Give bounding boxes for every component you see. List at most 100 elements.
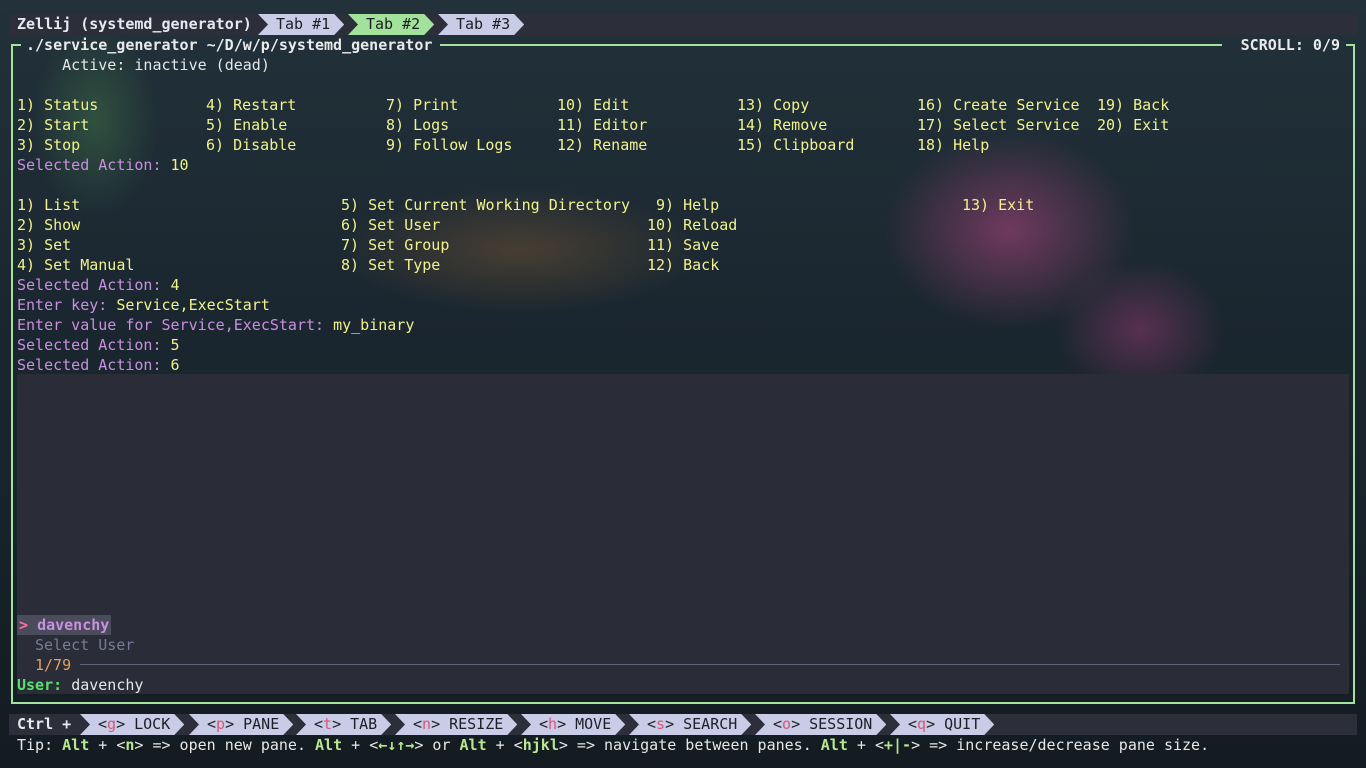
tab-1[interactable]: Tab #1 bbox=[258, 14, 344, 35]
menu-item-select-service: 17) Select Service bbox=[917, 116, 1080, 134]
selected-action-line: Selected Action: 5 bbox=[17, 335, 180, 355]
service-active-status: Active: inactive (dead) bbox=[17, 56, 270, 74]
menu-item-logs: 8) Logs bbox=[386, 116, 450, 134]
key-label: QUIT bbox=[944, 715, 981, 733]
key-label: TAB bbox=[350, 715, 378, 733]
session-name: Zellij (systemd_generator) bbox=[9, 14, 262, 35]
menu-item-start: 2) Start bbox=[17, 116, 90, 134]
menu-item-enable: 5) Enable bbox=[206, 116, 288, 134]
edit-item-save: 11) Save bbox=[647, 236, 720, 254]
menu-item-create-service: 16) Create Service bbox=[917, 96, 1080, 114]
key-letter: t bbox=[323, 715, 333, 733]
menu-item-clipboard: 15) Clipboard bbox=[737, 136, 855, 154]
selected-action-value: 10 bbox=[170, 156, 189, 174]
selected-action-value: 6 bbox=[170, 356, 180, 374]
menu-item-stop: 3) Stop bbox=[17, 136, 81, 154]
tip-key: Alt bbox=[820, 736, 848, 754]
tip-text: + < bbox=[486, 736, 523, 754]
tab-2[interactable]: Tab #2 bbox=[348, 14, 434, 35]
picker-pointer: > bbox=[19, 616, 29, 634]
tip-key: +|- bbox=[884, 736, 912, 754]
tip-line: Tip: Alt + <n> => open new pane. Alt + <… bbox=[17, 735, 1209, 755]
selected-action-label: Selected Action: bbox=[17, 356, 162, 374]
pane-border-top-right bbox=[1346, 44, 1355, 46]
edit-item-exit: 13) Exit bbox=[962, 196, 1035, 214]
key-label: MOVE bbox=[575, 715, 612, 733]
selected-action-line: Selected Action: 4 bbox=[17, 275, 180, 295]
keybind-pane[interactable]: <p> PANE bbox=[189, 714, 293, 735]
pane-title: ./service_generator ~/D/w/p/systemd_gene… bbox=[26, 36, 433, 54]
key-label: RESIZE bbox=[449, 715, 504, 733]
tip-text: + < bbox=[847, 736, 884, 754]
key-label: SESSION bbox=[809, 715, 873, 733]
selected-action-label: Selected Action: bbox=[17, 276, 162, 294]
scroll-indicator: SCROLL: 0/9 bbox=[1235, 35, 1346, 55]
key-letter: h bbox=[548, 715, 558, 733]
key-letter: q bbox=[917, 715, 927, 733]
selected-action-label: Selected Action: bbox=[17, 156, 162, 174]
tip-key: Alt bbox=[315, 736, 343, 754]
keybind-quit[interactable]: <q> QUIT bbox=[890, 714, 994, 735]
user-result-line: User: davenchy bbox=[17, 675, 143, 695]
user-value: davenchy bbox=[71, 676, 144, 694]
edit-item-set-type: 8) Set Type bbox=[341, 256, 441, 274]
enter-value-label: Enter value for Service,ExecStart: bbox=[17, 316, 325, 334]
edit-item-show: 2) Show bbox=[17, 216, 81, 234]
edit-item-set-manual: 4) Set Manual bbox=[17, 256, 135, 274]
picker-count: 1/79 bbox=[35, 656, 72, 674]
picker-header: Select User bbox=[35, 636, 135, 654]
tip-text: > => navigate between panes. bbox=[558, 736, 821, 754]
ctrl-modifier-label: Ctrl + bbox=[17, 715, 72, 733]
keybind-resize[interactable]: <n> RESIZE bbox=[395, 714, 517, 735]
enter-key-value: Service,ExecStart bbox=[116, 296, 270, 314]
key-label: PANE bbox=[243, 715, 280, 733]
menu-item-disable: 6) Disable bbox=[206, 136, 297, 154]
picker-selected-label: davenchy bbox=[37, 616, 110, 634]
keybind-move[interactable]: <h> MOVE bbox=[521, 714, 625, 735]
key-letter: s bbox=[656, 715, 666, 733]
key-letter: o bbox=[782, 715, 792, 733]
enter-value-value: my_binary bbox=[333, 316, 415, 334]
picker-selected-item[interactable]: > davenchy bbox=[17, 615, 112, 635]
edit-item-back: 12) Back bbox=[647, 256, 720, 274]
tip-text: + < bbox=[89, 736, 126, 754]
menu-item-status: 1) Status bbox=[17, 96, 99, 114]
enter-key-line: Enter key: Service,ExecStart bbox=[17, 295, 270, 315]
selected-action-line: Selected Action: 10 bbox=[17, 155, 189, 175]
selected-action-label: Selected Action: bbox=[17, 336, 162, 354]
tip-text: > => increase/decrease pane size. bbox=[911, 736, 1210, 754]
keybind-tab[interactable]: <t> TAB bbox=[296, 714, 391, 735]
keybind-session[interactable]: <o> SESSION bbox=[755, 714, 886, 735]
user-label: User: bbox=[17, 676, 63, 694]
key-label: SEARCH bbox=[683, 715, 738, 733]
picker-divider bbox=[80, 664, 1340, 665]
menu-item-copy: 13) Copy bbox=[737, 96, 810, 114]
edit-item-set-user: 6) Set User bbox=[341, 216, 441, 234]
tip-key: ←↓↑→ bbox=[378, 736, 415, 754]
keybind-search[interactable]: <s> SEARCH bbox=[629, 714, 751, 735]
menu-item-rename: 12) Rename bbox=[557, 136, 648, 154]
key-label: LOCK bbox=[134, 715, 171, 733]
enter-value-line: Enter value for Service,ExecStart: my_bi… bbox=[17, 315, 414, 335]
tab-3[interactable]: Tab #3 bbox=[438, 14, 524, 35]
edit-item-help: 9) Help bbox=[656, 196, 720, 214]
key-letter: g bbox=[107, 715, 117, 733]
tip-text: + < bbox=[342, 736, 379, 754]
menu-item-back: 19) Back bbox=[1097, 96, 1170, 114]
menu-item-follow-logs: 9) Follow Logs bbox=[386, 136, 513, 154]
user-picker bbox=[17, 374, 1349, 694]
menu-item-print: 7) Print bbox=[386, 96, 459, 114]
tip-text: > => open new pane. bbox=[134, 736, 316, 754]
tip-key: Alt bbox=[459, 736, 487, 754]
key-letter: p bbox=[216, 715, 226, 733]
keybind-lock[interactable]: <g> LOCK bbox=[80, 714, 184, 735]
selected-action-line: Selected Action: 6 bbox=[17, 355, 180, 375]
tip-key: Alt bbox=[62, 736, 90, 754]
menu-item-restart: 4) Restart bbox=[206, 96, 297, 114]
menu-item-editor: 11) Editor bbox=[557, 116, 648, 134]
enter-key-label: Enter key: bbox=[17, 296, 108, 314]
edit-item-set-cwd: 5) Set Current Working Directory bbox=[341, 196, 630, 214]
tip-text: > or bbox=[414, 736, 460, 754]
edit-item-reload: 10) Reload bbox=[647, 216, 738, 234]
scroll-value: 0/9 bbox=[1312, 36, 1340, 54]
